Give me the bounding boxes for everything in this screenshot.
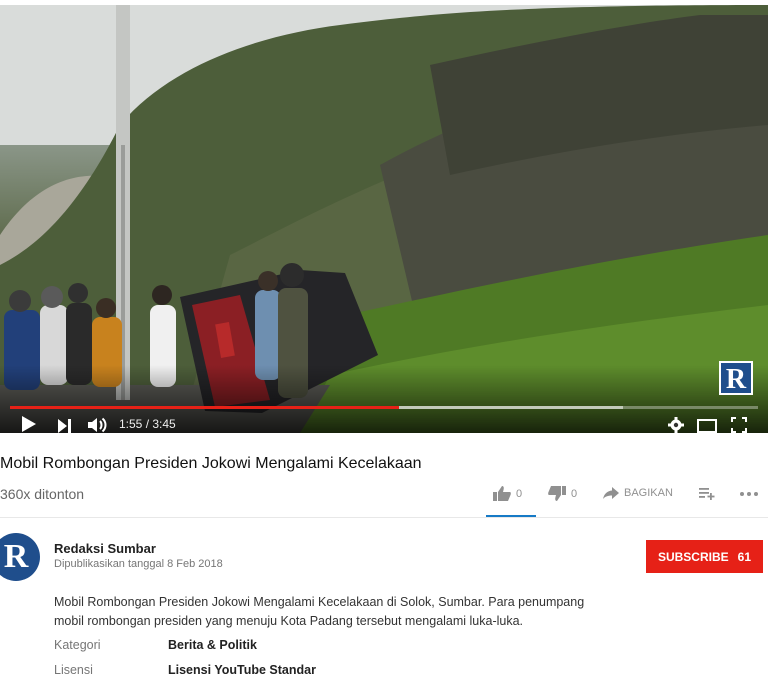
avatar[interactable]: R <box>0 533 40 581</box>
share-button[interactable]: BAGIKAN <box>603 487 673 499</box>
next-icon[interactable] <box>58 417 72 433</box>
dislike-count: 0 <box>571 487 578 500</box>
license-link[interactable]: Lisensi YouTube Standar <box>168 663 316 677</box>
like-icon <box>493 486 511 501</box>
category-label: Kategori <box>54 638 101 652</box>
divider <box>0 517 768 518</box>
channel-name[interactable]: Redaksi Sumbar <box>54 541 156 556</box>
license-label: Lisensi <box>54 663 93 677</box>
subscriber-count: 61 <box>737 549 752 564</box>
video-player[interactable]: R 1:55 / 3:45 <box>0 5 768 433</box>
time-display: 1:55 / 3:45 <box>119 417 176 431</box>
video-title: Mobil Rombongan Presiden Jokowi Mengalam… <box>0 455 422 472</box>
more-icon[interactable] <box>740 492 758 496</box>
subscribe-button[interactable]: SUBSCRIBE 61 <box>646 540 763 573</box>
publish-date: Dipublikasikan tanggal 8 Feb 2018 <box>54 558 223 570</box>
share-icon <box>603 487 619 499</box>
progress-fill <box>10 406 399 409</box>
settings-icon[interactable] <box>668 416 684 433</box>
description-line: Mobil Rombongan Presiden Jokowi Mengalam… <box>54 595 585 609</box>
video-frame <box>0 5 768 433</box>
video-description: Mobil Rombongan Presiden Jokowi Mengalam… <box>54 593 614 631</box>
view-count: 360x ditonton <box>0 486 85 502</box>
theater-icon[interactable] <box>697 417 717 433</box>
volume-icon[interactable] <box>88 416 108 433</box>
category-link[interactable]: Berita & Politik <box>168 638 257 652</box>
description-line: mobil rombongan presiden yang menuju Kot… <box>54 614 524 628</box>
dislike-icon <box>548 486 566 501</box>
progress-bar[interactable] <box>10 406 758 409</box>
like-count: 0 <box>516 487 523 500</box>
fullscreen-icon[interactable] <box>731 416 747 433</box>
dislike-button[interactable]: 0 <box>548 486 577 501</box>
subscribe-label: SUBSCRIBE <box>657 549 729 564</box>
play-icon[interactable] <box>22 415 36 433</box>
like-button[interactable]: 0 <box>493 486 522 501</box>
share-label: BAGIKAN <box>624 487 673 499</box>
add-to-playlist-icon[interactable] <box>699 488 715 500</box>
channel-watermark[interactable]: R <box>719 361 753 395</box>
